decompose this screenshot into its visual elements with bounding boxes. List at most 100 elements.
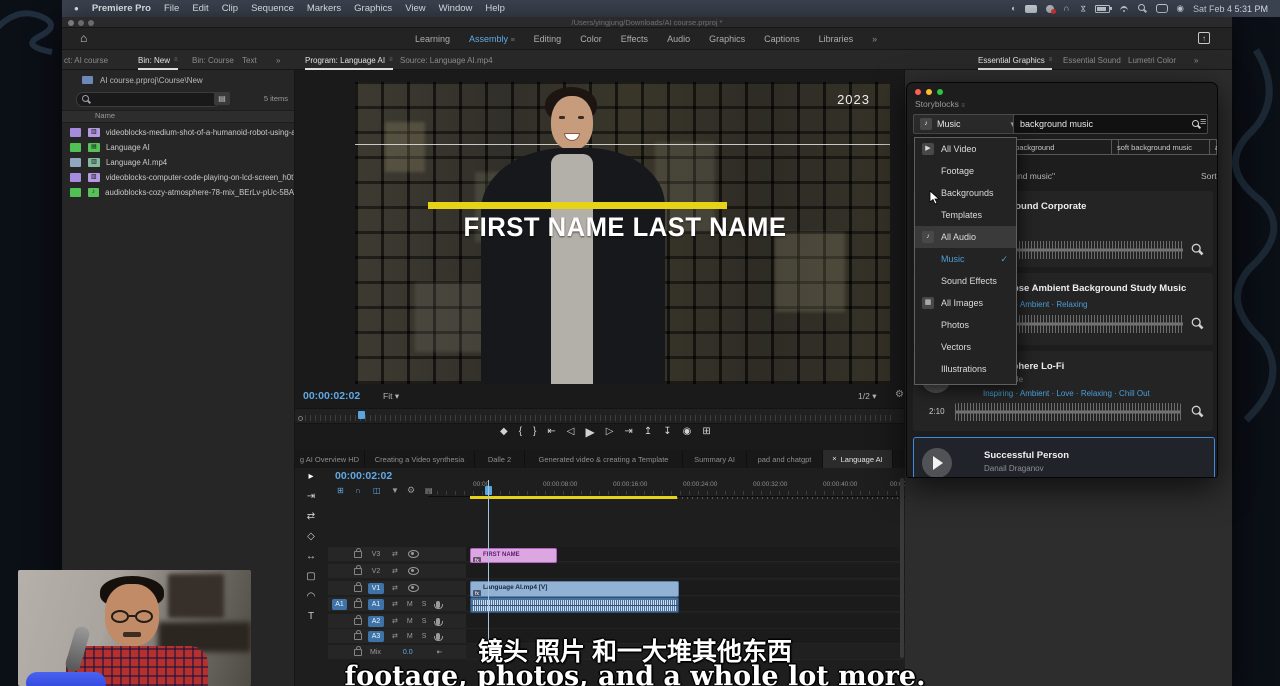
suggestion-chip[interactable]: soft background music	[1111, 139, 1217, 155]
workspace-overflow[interactable]: »	[872, 34, 877, 44]
right-tab-overflow[interactable]: »	[1194, 50, 1198, 70]
go-to-in-icon[interactable]	[547, 427, 555, 437]
minimize-window-icon[interactable]	[926, 89, 932, 95]
menu-edit[interactable]: Edit	[192, 3, 208, 14]
label-color-chip[interactable]	[70, 173, 81, 182]
linked-selection-icon[interactable]	[373, 487, 381, 495]
share-icon[interactable]: ↑	[1198, 32, 1210, 44]
track-v3-button[interactable]: V3	[368, 549, 384, 560]
menu-item-all-audio[interactable]: All Audio	[915, 226, 1016, 248]
lock-icon[interactable]	[354, 618, 362, 625]
label-color-chip[interactable]	[70, 143, 81, 152]
menu-item-illustrations[interactable]: Illustrations	[915, 358, 1016, 380]
name-column-header[interactable]: Name	[62, 110, 294, 123]
track-lane-v2[interactable]	[466, 564, 905, 579]
apple-icon[interactable]	[74, 5, 79, 13]
lock-icon[interactable]	[354, 585, 362, 592]
battery-icon[interactable]	[1095, 5, 1110, 13]
hand-tool-icon[interactable]	[307, 592, 316, 602]
voiceover-mic-icon[interactable]	[436, 618, 440, 625]
menu-sequence[interactable]: Sequence	[251, 3, 294, 14]
project-row-language-ai-seq[interactable]: Language AI	[62, 140, 294, 155]
menu-clip[interactable]: Clip	[222, 3, 238, 14]
program-settings-wrench-icon[interactable]	[895, 390, 904, 400]
program-timecode[interactable]: 00:00:02:02	[303, 390, 360, 402]
graphic-clip-first-name[interactable]: fxFIRST NAME	[470, 548, 557, 563]
menu-item-all-images[interactable]: All Images	[915, 292, 1016, 314]
lock-icon[interactable]	[354, 551, 362, 558]
headphones-icon[interactable]	[1063, 4, 1069, 13]
menu-graphics[interactable]: Graphics	[354, 3, 392, 14]
tab-source-monitor[interactable]: Source: Language AI.mp4	[400, 50, 493, 70]
bluetooth-icon[interactable]	[1079, 5, 1086, 12]
export-frame-icon[interactable]	[683, 427, 692, 437]
tab-text[interactable]: Text	[242, 50, 257, 70]
go-to-out-icon[interactable]	[624, 427, 632, 437]
menu-item-vectors[interactable]: Vectors	[915, 336, 1016, 358]
find-similar-icon[interactable]	[1192, 318, 1204, 330]
track-a2-button[interactable]: A2	[368, 616, 384, 627]
tab-project-ai-course[interactable]: ct: AI course	[64, 50, 108, 70]
audio-result-card-selected[interactable]: Successful Person Danail Draganov	[913, 437, 1215, 478]
seq-tab-generated-video[interactable]: Generated video & creating a Template	[525, 450, 683, 468]
ripple-edit-tool-icon[interactable]	[307, 512, 315, 522]
media-type-dropdown[interactable]: Music	[913, 114, 1022, 134]
app-menu-title[interactable]: Premiere Pro	[92, 3, 151, 14]
lift-icon[interactable]	[644, 427, 652, 437]
seq-tab-overview[interactable]: g AI Overview HD	[295, 450, 365, 468]
timeline-vertical-scrollbar[interactable]	[900, 478, 904, 658]
control-center-icon[interactable]	[1156, 4, 1168, 13]
label-color-chip[interactable]	[70, 128, 81, 137]
seq-tab-synthesia[interactable]: Creating a Video synthesia	[365, 450, 475, 468]
track-a1-button[interactable]: A1	[368, 599, 384, 610]
timeline-marker-icon[interactable]	[391, 487, 399, 495]
close-window-icon[interactable]	[915, 89, 921, 95]
track-v1-button[interactable]: V1	[368, 583, 384, 594]
snap-icon[interactable]	[355, 487, 361, 495]
seq-tab-dalle2[interactable]: Dalle 2	[475, 450, 525, 468]
solo-button[interactable]: S	[422, 601, 427, 608]
extract-icon[interactable]	[663, 427, 671, 437]
slip-tool-icon[interactable]	[306, 552, 316, 562]
lock-icon[interactable]	[354, 601, 362, 608]
track-select-tool-icon[interactable]	[307, 492, 315, 502]
step-back-icon[interactable]	[567, 427, 575, 437]
play-button[interactable]	[922, 448, 952, 478]
tab-program-monitor[interactable]: Program: Language AI	[305, 50, 393, 70]
track-v2-button[interactable]: V2	[368, 566, 384, 577]
zoom-window-icon[interactable]	[937, 89, 943, 95]
keyboard-icon[interactable]	[1025, 5, 1037, 13]
sync-lock-icon[interactable]	[392, 568, 398, 575]
waveform[interactable]	[955, 403, 1181, 421]
sort-dropdown[interactable]: Sort by	[1201, 171, 1218, 181]
label-color-chip[interactable]	[70, 158, 81, 167]
close-tab-icon[interactable]	[832, 455, 836, 463]
razor-tool-icon[interactable]	[307, 532, 315, 542]
menu-item-music[interactable]: Music	[915, 248, 1016, 270]
timeline-ruler[interactable]: 00:00 00:00:08:00 00:00:16:00 00:00:24:0…	[428, 478, 905, 497]
workspace-captions[interactable]: Captions	[764, 34, 800, 44]
project-tab-overflow[interactable]: »	[276, 50, 280, 70]
sync-lock-icon[interactable]	[392, 585, 398, 592]
menu-file[interactable]: File	[164, 3, 179, 14]
voiceover-mic-icon[interactable]	[436, 601, 440, 608]
resolution-dropdown[interactable]: 1/2	[858, 391, 876, 401]
project-row-audioblocks[interactable]: audioblocks-cozy-atmosphere-78-mix_BErLv…	[62, 185, 294, 200]
audio-clip-language-ai[interactable]	[470, 597, 679, 613]
storyblocks-search-input[interactable]: background music	[1013, 114, 1208, 134]
sync-lock-icon[interactable]	[392, 601, 398, 608]
menu-item-footage[interactable]: Footage	[915, 160, 1016, 182]
program-scrubber[interactable]	[295, 408, 904, 424]
find-similar-icon[interactable]	[1192, 406, 1204, 418]
nest-sequence-icon[interactable]	[337, 487, 344, 495]
seq-tab-language-ai[interactable]: Language AI	[823, 450, 893, 468]
track-output-eye-icon[interactable]	[408, 567, 419, 575]
timeline-settings-wrench-icon[interactable]	[407, 486, 415, 495]
display-toggle-icon[interactable]	[1011, 4, 1016, 13]
workspace-effects[interactable]: Effects	[621, 34, 648, 44]
mute-button[interactable]: M	[407, 601, 413, 608]
storyblocks-tab[interactable]: Storyblocks	[915, 99, 965, 109]
spotlight-icon[interactable]	[1138, 4, 1147, 13]
siri-icon[interactable]	[1177, 4, 1184, 13]
source-patch-a1[interactable]: A1	[332, 599, 347, 610]
